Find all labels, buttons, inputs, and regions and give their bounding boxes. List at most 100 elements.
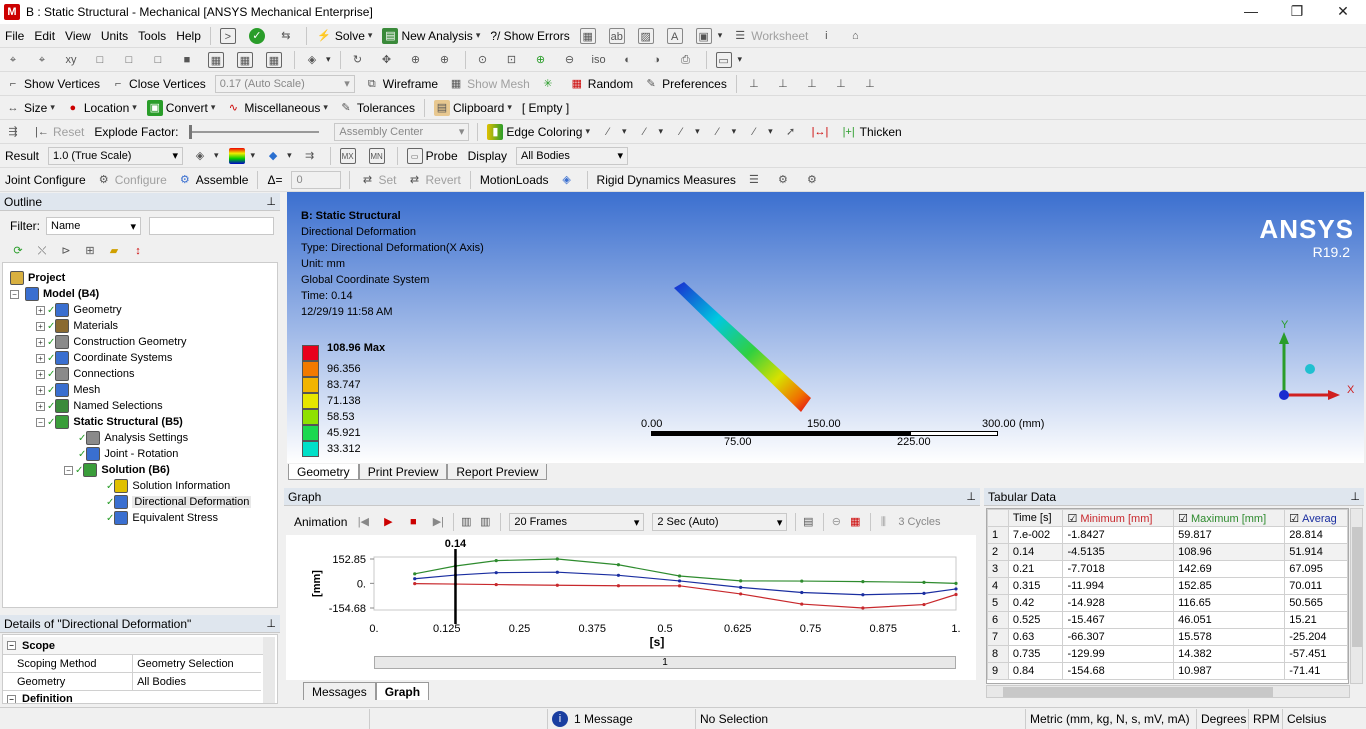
menu-file[interactable]: File <box>0 25 29 47</box>
configure-button[interactable]: ⚙ Configure <box>91 169 172 191</box>
print-icon[interactable]: ⎙ <box>673 49 702 71</box>
next-view-icon[interactable]: ◑ <box>644 49 673 71</box>
wireframe-button[interactable]: ⧉ Wireframe <box>359 73 443 95</box>
tree-item-geometry[interactable]: + ✓ Geometry <box>36 302 122 318</box>
motionloads-icon[interactable]: ◈ <box>554 169 583 191</box>
export-video-icon[interactable]: ▤ <box>800 514 816 530</box>
collapse-icon[interactable]: − <box>10 289 19 299</box>
table-row[interactable]: 5 0.42 -14.928 116.65 50.565 <box>987 594 1348 612</box>
tree-item-analysis-settings[interactable]: ✓ Analysis Settings <box>78 430 188 446</box>
image-icon[interactable]: ▣ <box>691 25 728 47</box>
delta-input[interactable]: 0 <box>291 170 342 189</box>
zoom-fit-icon[interactable]: ⊡ <box>499 49 528 71</box>
table-row[interactable]: 9 0.84 -154.68 10.987 -71.41 <box>987 662 1348 680</box>
figure-icon[interactable]: ▨ <box>633 25 662 47</box>
zoom-to-fit-icon[interactable]: ⊕ <box>528 49 557 71</box>
iso-view-icon[interactable]: iso <box>586 49 615 71</box>
close-vertices-button[interactable]: ⌐ Close Vertices <box>105 73 211 95</box>
assembly-center-dropdown[interactable]: Assembly Center ▾ <box>334 122 470 141</box>
pan-icon[interactable]: ✥ <box>374 49 403 71</box>
tree-item-solution-information[interactable]: ✓ Solution Information <box>106 478 230 494</box>
result-sets-icon[interactable]: ▥ <box>477 514 493 530</box>
expand-icon[interactable]: + <box>36 369 45 379</box>
assemble-button[interactable]: ⚙ Assemble <box>172 169 254 191</box>
revert-button[interactable]: ⇄ Revert <box>401 169 465 191</box>
check-icon[interactable]: ✓ <box>244 25 273 47</box>
show-vertices-button[interactable]: ⌐ Show Vertices <box>0 73 105 95</box>
chart-icon[interactable]: ▦ <box>575 25 604 47</box>
contour-icon[interactable] <box>224 145 261 167</box>
pin-icon[interactable]: ⊥ <box>266 615 276 633</box>
tree-item-equivalent-stress[interactable]: ✓ Equivalent Stress <box>106 510 218 526</box>
angle-units-status[interactable]: Degrees <box>1197 708 1249 729</box>
expand-icon[interactable]: + <box>36 385 45 395</box>
temperature-status[interactable]: Celsius <box>1283 709 1330 729</box>
cube-icon[interactable]: ◈ <box>299 49 336 71</box>
max-icon[interactable]: MX <box>335 145 364 167</box>
collapse-icon[interactable]: − <box>64 465 73 475</box>
table-row[interactable]: 8 0.735 -129.99 14.382 -57.451 <box>987 645 1348 663</box>
edge-style-icon-3[interactable]: ⁄ <box>668 121 705 143</box>
select-mesh-icon[interactable]: ▦ <box>232 49 261 71</box>
maximize-button[interactable]: ❐ <box>1274 0 1320 24</box>
table-row[interactable]: 3 0.21 -7.7018 142.69 67.095 <box>987 560 1348 578</box>
miscellaneous-button[interactable]: ∿ Miscellaneous <box>220 97 333 119</box>
select-mode-icon[interactable]: ⌖ <box>29 49 58 71</box>
show-errors-button[interactable]: ?/ Show Errors <box>485 25 574 47</box>
joint-configure-button[interactable]: Joint Configure <box>0 169 91 191</box>
pin-icon[interactable]: ⊥ <box>1350 488 1360 506</box>
edges-icon[interactable]: ◆ <box>260 145 297 167</box>
size-button[interactable]: ↔ Size <box>0 97 60 119</box>
cycles-icon[interactable]: ⫼ <box>875 514 891 530</box>
close-button[interactable]: ✕ <box>1320 0 1366 24</box>
face-select-icon[interactable]: □ <box>145 49 174 71</box>
table-row[interactable]: 4 0.315 -11.994 152.85 70.011 <box>987 577 1348 595</box>
body-select-icon[interactable]: ■ <box>174 49 203 71</box>
edge-coloring-button[interactable]: ▮ Edge Coloring <box>482 121 595 143</box>
step-bar[interactable]: 1 <box>374 656 956 669</box>
expand-icon[interactable]: + <box>36 305 45 315</box>
tree-item-directional-deformation[interactable]: ✓ Directional Deformation <box>106 494 252 510</box>
motionloads-button[interactable]: MotionLoads <box>475 169 554 191</box>
duration-dropdown[interactable]: 2 Sec (Auto) ▾ <box>652 513 788 531</box>
column-header[interactable]: Time [s] <box>1007 509 1064 527</box>
table-row[interactable]: 6 0.525 -15.467 46.051 15.21 <box>987 611 1348 629</box>
thickness-icon[interactable]: |↔| <box>807 121 836 143</box>
edge-style-icon-5[interactable]: ⁄ <box>741 121 778 143</box>
tab-print-preview[interactable]: Print Preview <box>358 464 448 480</box>
column-header[interactable]: ☑ Minimum [mm] <box>1062 509 1175 527</box>
result-scale-dropdown[interactable]: 1.0 (True Scale) ▾ <box>48 146 184 165</box>
magnifier-icon[interactable]: ⊖ <box>557 49 586 71</box>
select-node-icon[interactable]: ▦ <box>261 49 290 71</box>
min-icon[interactable]: MN <box>364 145 393 167</box>
tree-item-joint-rotation[interactable]: ✓ Joint - Rotation <box>78 446 178 462</box>
previous-frame-icon[interactable]: |◀ <box>355 514 371 530</box>
location-button[interactable]: ● Location <box>60 97 142 119</box>
show-mesh-button[interactable]: ▦ Show Mesh <box>443 73 535 95</box>
reset-button[interactable]: |← Reset <box>29 121 89 143</box>
expand-icon[interactable]: + <box>36 353 45 363</box>
column-checkbox[interactable]: ☑ <box>1067 513 1077 525</box>
probe-button[interactable]: ▭ Probe <box>402 145 463 167</box>
solve-button[interactable]: ⚡ Solve <box>311 25 378 47</box>
viewport-layout-icon[interactable]: ▭ <box>711 49 748 71</box>
filter-search-input[interactable] <box>149 217 274 235</box>
filter-dropdown[interactable]: Name ▾ <box>46 217 141 235</box>
random-button[interactable]: ▦ Random <box>564 73 638 95</box>
axis-tool-icon-2[interactable]: ⊥ <box>770 73 799 95</box>
table-row[interactable]: 2 0.14 -4.5135 108.96 51.914 <box>987 543 1348 561</box>
units-status[interactable]: Metric (mm, kg, N, s, mV, mA) <box>1026 708 1197 729</box>
previous-view-icon[interactable]: ◐ <box>615 49 644 71</box>
menu-tools[interactable]: Tools <box>133 25 171 47</box>
zoom-in-icon[interactable]: ⊕ <box>432 49 461 71</box>
cursor-icon[interactable]: ➚ <box>778 121 807 143</box>
vector-icon[interactable]: ⇉ <box>297 145 326 167</box>
comment-icon[interactable]: ab <box>604 25 633 47</box>
tabular-horizontal-scrollbar[interactable] <box>986 685 1350 698</box>
tag-icon[interactable]: ⌂ <box>842 25 871 47</box>
info-icon[interactable]: i <box>813 25 842 47</box>
expand-icon[interactable]: + <box>36 401 45 411</box>
zoom-graph-icon[interactable]: ⊖ <box>828 514 844 530</box>
menu-edit[interactable]: Edit <box>29 25 60 47</box>
measures-icon-2[interactable]: ⚙ <box>770 169 799 191</box>
